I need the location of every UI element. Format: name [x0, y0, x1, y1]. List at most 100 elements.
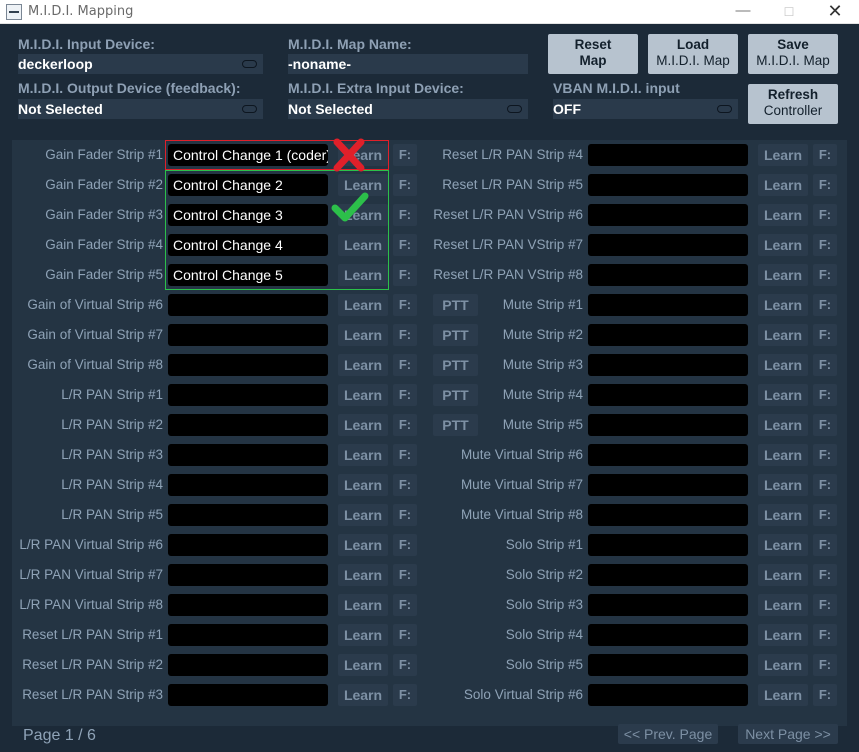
learn-button-reset-l-r-pan-vstrip-6[interactable]: Learn: [758, 204, 808, 226]
map-name-field[interactable]: -noname-: [288, 54, 528, 74]
f-button-solo-strip-4[interactable]: F:: [813, 624, 837, 646]
mapping-field-reset-l-r-pan-vstrip-6[interactable]: [588, 204, 748, 226]
learn-button-mute-virtual-strip-8[interactable]: Learn: [758, 504, 808, 526]
mapping-field-mute-strip-4[interactable]: [588, 384, 748, 406]
f-button-l-r-pan-strip-4[interactable]: F:: [393, 474, 417, 496]
mapping-field-reset-l-r-pan-strip-2[interactable]: [168, 654, 328, 676]
mapping-field-l-r-pan-virtual-strip-7[interactable]: [168, 564, 328, 586]
mapping-field-solo-strip-1[interactable]: [588, 534, 748, 556]
mapping-field-reset-l-r-pan-vstrip-8[interactable]: [588, 264, 748, 286]
mapping-field-l-r-pan-strip-1[interactable]: [168, 384, 328, 406]
prev-page-button[interactable]: << Prev. Page: [618, 724, 718, 744]
close-button[interactable]: ✕: [812, 0, 858, 24]
mapping-field-gain-of-virtual-strip-7[interactable]: [168, 324, 328, 346]
next-page-button[interactable]: Next Page >>: [738, 724, 838, 744]
mapping-field-reset-l-r-pan-strip-4[interactable]: [588, 144, 748, 166]
f-button-reset-l-r-pan-strip-4[interactable]: F:: [813, 144, 837, 166]
learn-button-reset-l-r-pan-vstrip-7[interactable]: Learn: [758, 234, 808, 256]
f-button-l-r-pan-virtual-strip-7[interactable]: F:: [393, 564, 417, 586]
mapping-field-mute-virtual-strip-7[interactable]: [588, 474, 748, 496]
f-button-l-r-pan-strip-5[interactable]: F:: [393, 504, 417, 526]
f-button-solo-strip-5[interactable]: F:: [813, 654, 837, 676]
mapping-field-mute-strip-5[interactable]: [588, 414, 748, 436]
save-map-button[interactable]: Save M.I.D.I. Map: [748, 34, 838, 74]
f-button-mute-strip-1[interactable]: F:: [813, 294, 837, 316]
f-button-gain-fader-strip-2[interactable]: F:: [393, 174, 417, 196]
mapping-field-mute-strip-1[interactable]: [588, 294, 748, 316]
f-button-mute-virtual-strip-6[interactable]: F:: [813, 444, 837, 466]
learn-button-mute-strip-2[interactable]: Learn: [758, 324, 808, 346]
learn-button-mute-strip-5[interactable]: Learn: [758, 414, 808, 436]
mapping-field-reset-l-r-pan-vstrip-7[interactable]: [588, 234, 748, 256]
mapping-field-l-r-pan-strip-3[interactable]: [168, 444, 328, 466]
reset-map-button[interactable]: Reset Map: [548, 34, 638, 74]
f-button-mute-strip-2[interactable]: F:: [813, 324, 837, 346]
extra-input-select[interactable]: Not Selected: [288, 99, 528, 119]
f-button-l-r-pan-strip-1[interactable]: F:: [393, 384, 417, 406]
learn-button-mute-strip-3[interactable]: Learn: [758, 354, 808, 376]
learn-button-l-r-pan-strip-5[interactable]: Learn: [338, 504, 388, 526]
f-button-reset-l-r-pan-vstrip-6[interactable]: F:: [813, 204, 837, 226]
mapping-field-l-r-pan-strip-5[interactable]: [168, 504, 328, 526]
learn-button-reset-l-r-pan-strip-2[interactable]: Learn: [338, 654, 388, 676]
learn-button-l-r-pan-strip-4[interactable]: Learn: [338, 474, 388, 496]
learn-button-mute-strip-1[interactable]: Learn: [758, 294, 808, 316]
learn-button-solo-strip-2[interactable]: Learn: [758, 564, 808, 586]
f-button-gain-fader-strip-1[interactable]: F:: [393, 144, 417, 166]
mapping-field-l-r-pan-strip-2[interactable]: [168, 414, 328, 436]
mapping-field-reset-l-r-pan-strip-5[interactable]: [588, 174, 748, 196]
learn-button-solo-strip-1[interactable]: Learn: [758, 534, 808, 556]
f-button-reset-l-r-pan-vstrip-8[interactable]: F:: [813, 264, 837, 286]
mapping-field-l-r-pan-strip-4[interactable]: [168, 474, 328, 496]
f-button-reset-l-r-pan-strip-2[interactable]: F:: [393, 654, 417, 676]
mapping-field-solo-strip-4[interactable]: [588, 624, 748, 646]
f-button-solo-strip-1[interactable]: F:: [813, 534, 837, 556]
mapping-field-solo-strip-3[interactable]: [588, 594, 748, 616]
mapping-field-mute-virtual-strip-8[interactable]: [588, 504, 748, 526]
mapping-field-reset-l-r-pan-strip-3[interactable]: [168, 684, 328, 706]
f-button-mute-strip-5[interactable]: F:: [813, 414, 837, 436]
refresh-controller-button[interactable]: Refresh Controller: [748, 84, 838, 124]
mapping-field-mute-strip-3[interactable]: [588, 354, 748, 376]
mapping-field-l-r-pan-virtual-strip-6[interactable]: [168, 534, 328, 556]
learn-button-gain-of-virtual-strip-6[interactable]: Learn: [338, 294, 388, 316]
learn-button-mute-virtual-strip-6[interactable]: Learn: [758, 444, 808, 466]
learn-button-reset-l-r-pan-strip-5[interactable]: Learn: [758, 174, 808, 196]
f-button-l-r-pan-strip-2[interactable]: F:: [393, 414, 417, 436]
input-device-select[interactable]: deckerloop: [18, 54, 263, 74]
learn-button-reset-l-r-pan-vstrip-8[interactable]: Learn: [758, 264, 808, 286]
learn-button-l-r-pan-strip-3[interactable]: Learn: [338, 444, 388, 466]
mapping-field-solo-virtual-strip-6[interactable]: [588, 684, 748, 706]
f-button-mute-strip-3[interactable]: F:: [813, 354, 837, 376]
learn-button-l-r-pan-strip-1[interactable]: Learn: [338, 384, 388, 406]
learn-button-reset-l-r-pan-strip-1[interactable]: Learn: [338, 624, 388, 646]
learn-button-gain-of-virtual-strip-7[interactable]: Learn: [338, 324, 388, 346]
minimize-button[interactable]: —: [720, 0, 766, 24]
f-button-gain-fader-strip-4[interactable]: F:: [393, 234, 417, 256]
learn-button-solo-virtual-strip-6[interactable]: Learn: [758, 684, 808, 706]
f-button-mute-virtual-strip-8[interactable]: F:: [813, 504, 837, 526]
f-button-gain-fader-strip-3[interactable]: F:: [393, 204, 417, 226]
mapping-field-solo-strip-5[interactable]: [588, 654, 748, 676]
mapping-field-l-r-pan-virtual-strip-8[interactable]: [168, 594, 328, 616]
f-button-solo-strip-3[interactable]: F:: [813, 594, 837, 616]
learn-button-solo-strip-4[interactable]: Learn: [758, 624, 808, 646]
learn-button-reset-l-r-pan-strip-4[interactable]: Learn: [758, 144, 808, 166]
f-button-solo-virtual-strip-6[interactable]: F:: [813, 684, 837, 706]
mapping-field-solo-strip-2[interactable]: [588, 564, 748, 586]
learn-button-l-r-pan-virtual-strip-8[interactable]: Learn: [338, 594, 388, 616]
f-button-gain-of-virtual-strip-6[interactable]: F:: [393, 294, 417, 316]
vban-select[interactable]: OFF: [553, 99, 738, 119]
f-button-reset-l-r-pan-strip-1[interactable]: F:: [393, 624, 417, 646]
learn-button-mute-strip-4[interactable]: Learn: [758, 384, 808, 406]
mapping-field-mute-virtual-strip-6[interactable]: [588, 444, 748, 466]
f-button-reset-l-r-pan-strip-3[interactable]: F:: [393, 684, 417, 706]
learn-button-l-r-pan-virtual-strip-7[interactable]: Learn: [338, 564, 388, 586]
f-button-reset-l-r-pan-strip-5[interactable]: F:: [813, 174, 837, 196]
mapping-field-gain-of-virtual-strip-8[interactable]: [168, 354, 328, 376]
learn-button-gain-of-virtual-strip-8[interactable]: Learn: [338, 354, 388, 376]
output-device-select[interactable]: Not Selected: [18, 99, 263, 119]
maximize-button[interactable]: ☐: [766, 0, 812, 24]
f-button-gain-fader-strip-5[interactable]: F:: [393, 264, 417, 286]
learn-button-reset-l-r-pan-strip-3[interactable]: Learn: [338, 684, 388, 706]
